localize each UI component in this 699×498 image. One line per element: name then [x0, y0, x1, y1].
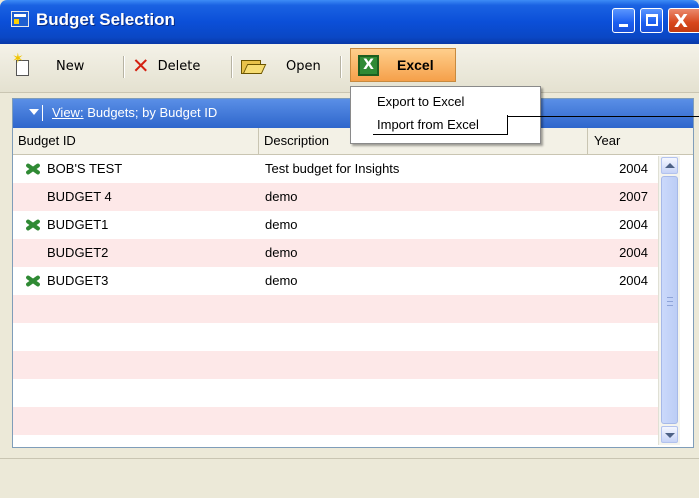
title-bar[interactable]: Budget Selection X	[0, 0, 699, 44]
cell-description: Test budget for Insights	[265, 161, 400, 176]
empty-table-row	[13, 295, 658, 323]
menu-item-export-to-excel[interactable]: Export to Excel	[377, 94, 464, 109]
excel-button[interactable]: X Excel	[350, 48, 456, 82]
delete-x-icon: ✕	[132, 54, 150, 78]
scroll-grip-icon	[667, 297, 673, 306]
empty-table-row	[13, 323, 658, 351]
open-folder-icon	[240, 56, 267, 76]
close-button[interactable]: X	[668, 8, 699, 33]
view-divider	[42, 105, 43, 121]
delete-button-label: Delete	[157, 58, 201, 74]
status-bar	[0, 458, 699, 498]
cell-budget-id: BUDGET1	[47, 217, 109, 232]
cell-year: 2004	[619, 273, 648, 288]
column-header-year[interactable]: Year	[594, 133, 620, 148]
close-icon: X	[674, 11, 688, 32]
new-button[interactable]: ✶ New	[12, 44, 84, 88]
budget-rows: BOB'S TEST Test budget for Insights 2004 BU…	[13, 155, 658, 447]
view-dropdown-arrow-icon[interactable]	[29, 109, 39, 115]
cell-year: 2004	[619, 217, 648, 232]
cell-budget-id: BUDGET 4	[47, 189, 112, 204]
table-row[interactable]: BUDGET2 demo 2004	[13, 239, 658, 267]
vertical-scrollbar[interactable]	[658, 156, 680, 445]
view-name: Budgets; by Budget ID	[87, 105, 218, 120]
empty-table-row	[13, 379, 658, 407]
excel-link-icon	[25, 219, 41, 231]
table-row[interactable]: BUDGET3 demo 2004	[13, 267, 658, 295]
window-title: Budget Selection	[36, 10, 175, 29]
table-row[interactable]: BOB'S TEST Test budget for Insights 2004	[13, 155, 658, 183]
excel-dropdown-menu: Export to Excel Import from Excel	[350, 86, 541, 144]
minimize-icon	[619, 24, 628, 27]
cell-description: demo	[265, 273, 298, 288]
empty-table-row	[13, 351, 658, 379]
excel-link-icon	[25, 163, 41, 175]
cell-description: demo	[265, 217, 298, 232]
app-window-icon	[11, 11, 29, 27]
maximize-icon	[646, 14, 658, 26]
table-row[interactable]: BUDGET 4 demo 2007	[13, 183, 658, 211]
excel-icon: X	[358, 54, 379, 76]
cell-budget-id: BUDGET3	[47, 273, 109, 288]
new-button-label: New	[56, 58, 85, 74]
column-header-budget-id[interactable]: Budget ID	[18, 133, 76, 148]
scroll-thumb[interactable]	[661, 176, 678, 424]
toolbar-separator	[340, 56, 342, 78]
column-resize-handle[interactable]	[258, 128, 259, 154]
scroll-up-button[interactable]	[661, 157, 678, 174]
cell-year: 2007	[619, 189, 648, 204]
cell-description: demo	[265, 245, 298, 260]
budget-list-panel: View: Budgets; by Budget ID Budget ID De…	[12, 98, 694, 448]
view-label[interactable]: View: Budgets; by Budget ID	[52, 105, 217, 120]
open-button[interactable]: Open	[240, 44, 321, 88]
column-header-description[interactable]: Description	[264, 133, 329, 148]
delete-button[interactable]: ✕ Delete	[132, 44, 200, 88]
budget-selection-window: Budget Selection X ✶ New ✕ Delete Open X…	[0, 0, 699, 498]
table-row[interactable]: BUDGET1 demo 2004	[13, 211, 658, 239]
cell-budget-id: BUDGET2	[47, 245, 109, 260]
cell-year: 2004	[619, 161, 648, 176]
callout-line	[507, 116, 699, 117]
toolbar-separator	[123, 56, 125, 78]
open-button-label: Open	[286, 58, 321, 74]
column-resize-handle[interactable]	[587, 128, 588, 154]
cell-description: demo	[265, 189, 298, 204]
view-prefix: View:	[52, 105, 84, 120]
menu-item-import-from-excel[interactable]: Import from Excel	[377, 117, 479, 132]
toolbar-separator	[231, 56, 233, 78]
minimize-button[interactable]	[612, 8, 635, 33]
excel-button-label: Excel	[397, 57, 434, 73]
scroll-down-button[interactable]	[661, 426, 678, 443]
empty-table-row	[13, 407, 658, 435]
cell-year: 2004	[619, 245, 648, 260]
maximize-button[interactable]	[640, 8, 663, 33]
cell-budget-id: BOB'S TEST	[47, 161, 123, 176]
excel-link-icon	[25, 275, 41, 287]
new-document-icon: ✶	[12, 52, 32, 77]
